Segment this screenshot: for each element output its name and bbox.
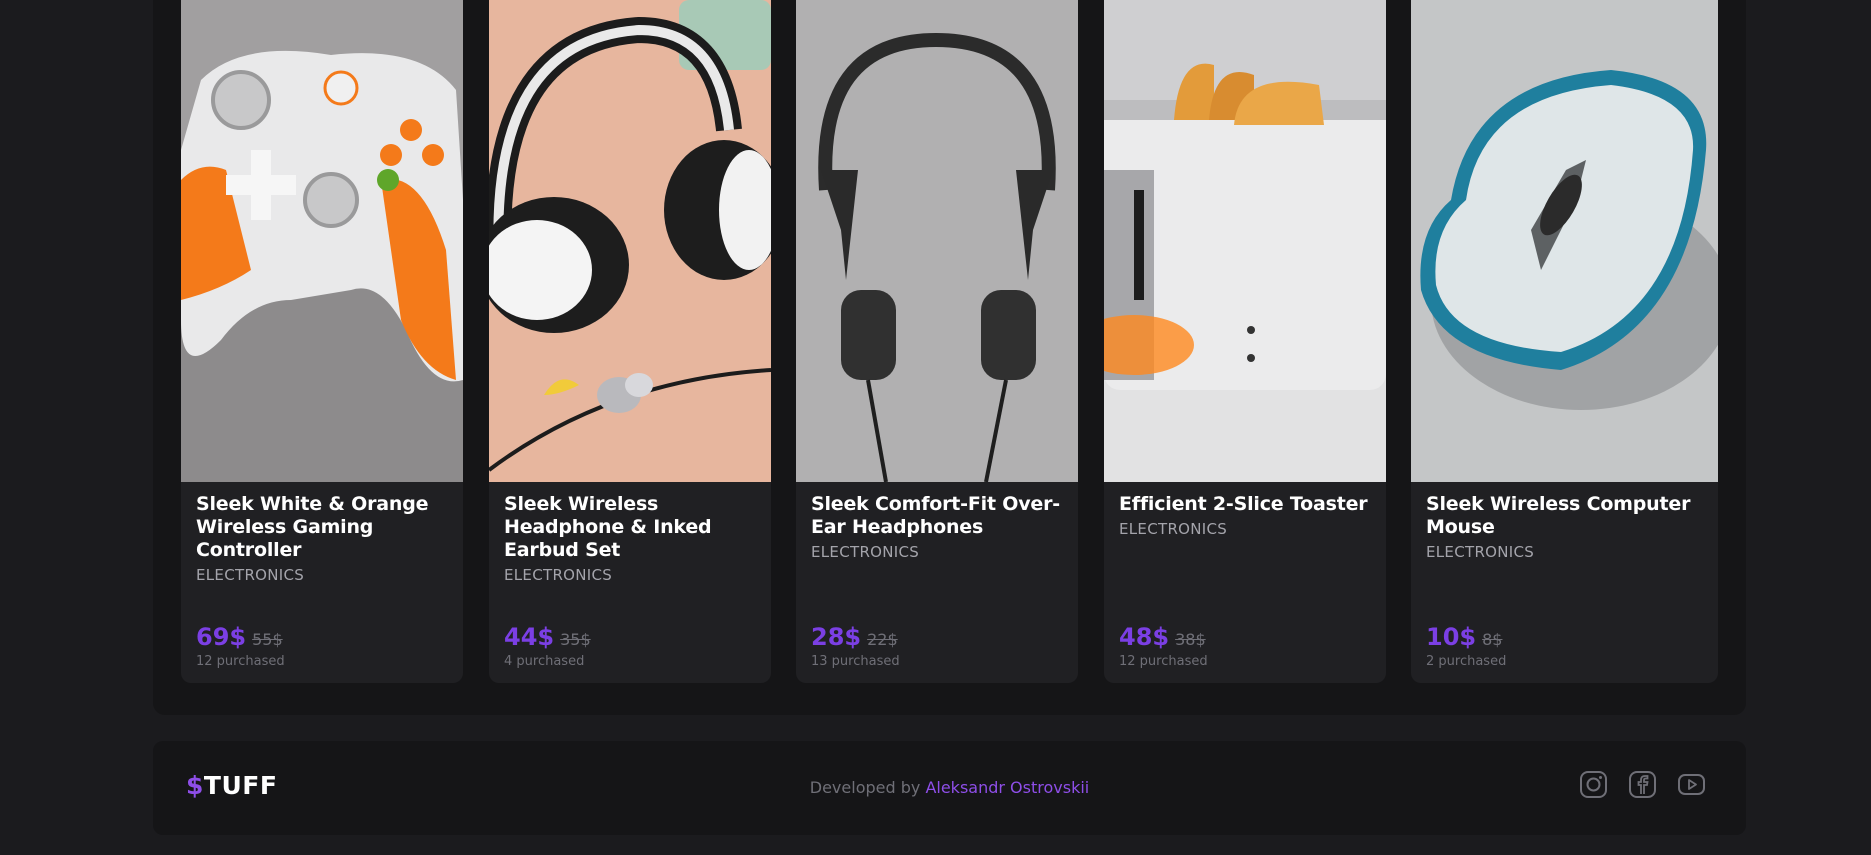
product-title[interactable]: Sleek Comfort-Fit Over-Ear Headphones: [811, 493, 1063, 539]
product-card[interactable]: Efficient 2-Slice Toaster ELECTRONICS 48…: [1104, 0, 1386, 683]
product-title[interactable]: Sleek White & Orange Wireless Gaming Con…: [196, 493, 448, 562]
product-card[interactable]: Sleek Comfort-Fit Over-Ear Headphones EL…: [796, 0, 1078, 683]
product-card[interactable]: Sleek Wireless Computer Mouse ELECTRONIC…: [1411, 0, 1718, 683]
developer-link[interactable]: Aleksandr Ostrovskii: [925, 778, 1089, 797]
developer-credit: Developed by Aleksandr Ostrovskii: [153, 778, 1746, 797]
product-price: 69$: [196, 623, 247, 651]
product-title[interactable]: Efficient 2-Slice Toaster: [1119, 493, 1371, 516]
product-card[interactable]: Sleek White & Orange Wireless Gaming Con…: [181, 0, 463, 683]
purchase-count: 12 purchased: [1119, 654, 1208, 669]
product-image-mouse[interactable]: [1411, 0, 1718, 482]
product-old-price: 38$: [1175, 630, 1206, 649]
product-image-headphones-earbuds[interactable]: [489, 0, 771, 482]
youtube-icon[interactable]: [1677, 770, 1706, 799]
product-category: ELECTRONICS: [811, 543, 920, 561]
price-row: 69$ 55$: [196, 623, 283, 651]
footer: $TUFF Developed by Aleksandr Ostrovskii: [153, 741, 1746, 835]
product-title[interactable]: Sleek Wireless Computer Mouse: [1426, 493, 1703, 539]
purchase-count: 13 purchased: [811, 654, 900, 669]
price-row: 28$ 22$: [811, 623, 898, 651]
price-row: 10$ 8$: [1426, 623, 1502, 651]
instagram-icon[interactable]: [1579, 770, 1608, 799]
product-card[interactable]: Sleek Wireless Headphone & Inked Earbud …: [489, 0, 771, 683]
product-image-controller[interactable]: [181, 0, 463, 482]
product-old-price: 35$: [560, 630, 591, 649]
price-row: 48$ 38$: [1119, 623, 1206, 651]
facebook-icon[interactable]: [1628, 770, 1657, 799]
product-price: 44$: [504, 623, 555, 651]
product-image-over-ear-headphones[interactable]: [796, 0, 1078, 482]
price-row: 44$ 35$: [504, 623, 591, 651]
product-title[interactable]: Sleek Wireless Headphone & Inked Earbud …: [504, 493, 756, 562]
product-category: ELECTRONICS: [196, 566, 305, 584]
product-price: 28$: [811, 623, 862, 651]
purchase-count: 4 purchased: [504, 654, 585, 669]
products-section: Sleek White & Orange Wireless Gaming Con…: [153, 0, 1746, 715]
product-old-price: 55$: [252, 630, 283, 649]
product-category: ELECTRONICS: [504, 566, 613, 584]
product-old-price: 22$: [867, 630, 898, 649]
purchase-count: 2 purchased: [1426, 654, 1507, 669]
product-image-toaster[interactable]: [1104, 0, 1386, 482]
product-category: ELECTRONICS: [1426, 543, 1535, 561]
credit-prefix: Developed by: [809, 778, 921, 797]
purchase-count: 12 purchased: [196, 654, 285, 669]
social-links: [1579, 770, 1706, 799]
product-price: 48$: [1119, 623, 1170, 651]
product-price: 10$: [1426, 623, 1477, 651]
product-category: ELECTRONICS: [1119, 520, 1228, 538]
product-old-price: 8$: [1482, 630, 1503, 649]
